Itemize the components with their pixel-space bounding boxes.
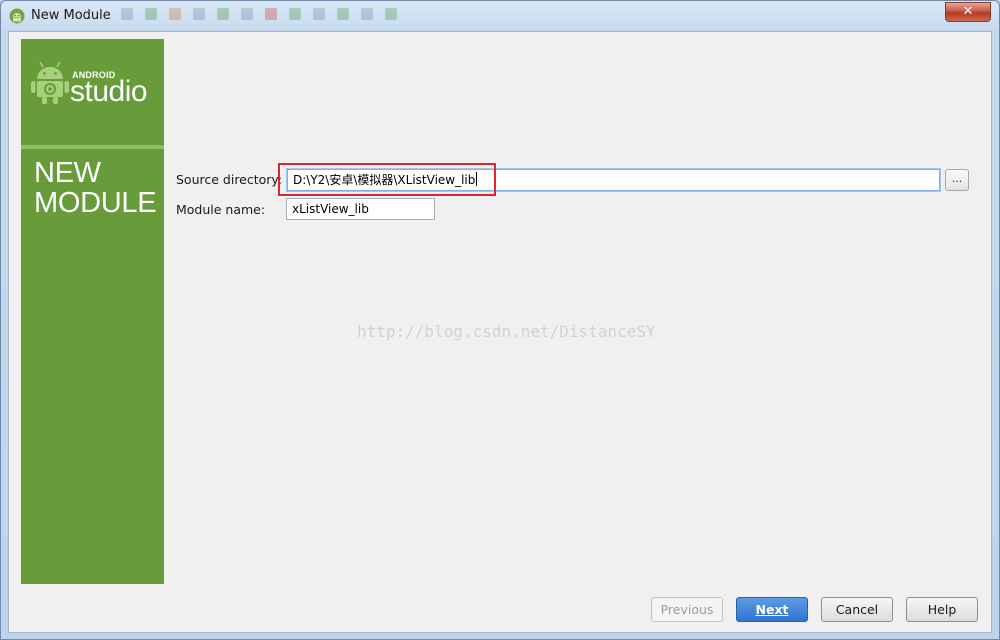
new-module-window: New Module ✕ ANDROID studio NEW MODULE S… [0, 0, 1000, 640]
close-button[interactable]: ✕ [945, 2, 991, 22]
ellipsis-icon: ... [951, 172, 963, 185]
module-name-label: Module name: [176, 202, 266, 217]
wizard-sidebar: ANDROID studio NEW MODULE [21, 39, 164, 584]
window-title: New Module [31, 8, 111, 23]
android-robot-icon [31, 61, 69, 104]
android-studio-logo: ANDROID studio [21, 39, 164, 145]
heading-line-1: NEW [34, 157, 101, 189]
browse-button[interactable]: ... [945, 169, 969, 191]
source-directory-label: Source directory: [176, 172, 283, 187]
previous-button[interactable]: Previous [651, 597, 723, 622]
module-name-value: xListView_lib [292, 202, 369, 216]
next-button-label: Next [755, 602, 789, 617]
module-name-field[interactable]: xListView_lib [286, 198, 435, 220]
next-button[interactable]: Next [736, 597, 808, 622]
logo-studio-text: studio [70, 75, 148, 108]
background-toolbar [121, 8, 397, 20]
android-studio-app-icon [9, 8, 25, 24]
help-button[interactable]: Help [906, 597, 978, 622]
help-button-label: Help [927, 602, 957, 617]
title-bar[interactable]: New Module ✕ [1, 1, 999, 31]
close-icon: ✕ [962, 4, 974, 19]
previous-button-label: Previous [660, 602, 714, 617]
sidebar-divider [21, 145, 164, 149]
dialog-body: ANDROID studio NEW MODULE Source directo… [8, 31, 992, 633]
heading-line-2: MODULE [34, 187, 157, 219]
watermark-text: http://blog.csdn.net/DistanceSY [357, 322, 656, 341]
cancel-button-label: Cancel [835, 602, 879, 617]
wizard-step-heading: NEW MODULE [34, 158, 159, 218]
cancel-button[interactable]: Cancel [821, 597, 893, 622]
red-highlight-annotation [278, 163, 496, 196]
